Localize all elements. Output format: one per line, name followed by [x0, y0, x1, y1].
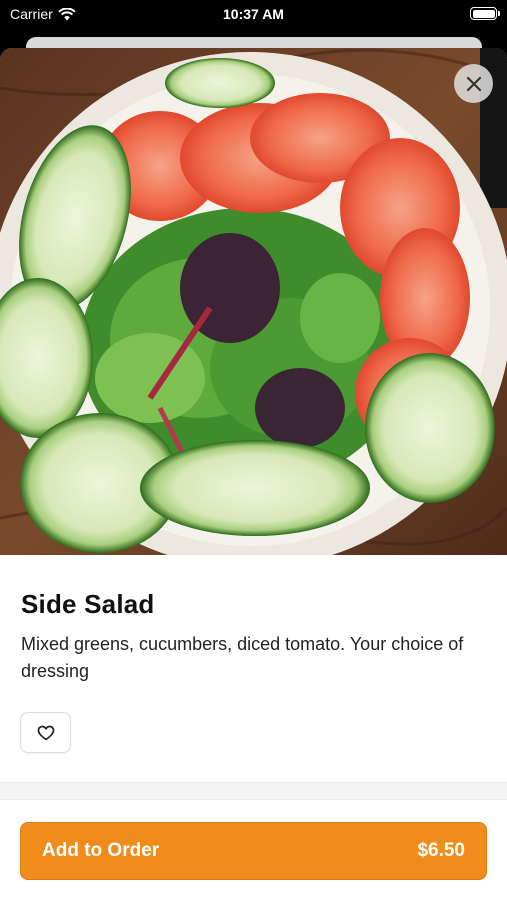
status-bar: Carrier 10:37 AM: [0, 0, 507, 28]
add-to-order-label: Add to Order: [42, 840, 160, 861]
heart-icon: [37, 725, 54, 740]
price-label: $6.50: [417, 840, 465, 861]
favorite-button[interactable]: [20, 712, 71, 753]
screen: Carrier 10:37 AM Side Salad Mixed greens…: [0, 0, 507, 900]
side-salad-photo: [0, 48, 507, 555]
close-button[interactable]: [454, 64, 493, 103]
close-icon: [466, 76, 481, 91]
item-title: Side Salad: [21, 589, 155, 619]
item-description: Mixed greens, cucumbers, diced tomato. Y…: [21, 634, 464, 681]
battery-icon: [470, 7, 500, 20]
item-detail-sheet: Side Salad Mixed greens, cucumbers, dice…: [0, 48, 507, 900]
section-divider: [0, 782, 507, 800]
item-photo: [0, 48, 507, 555]
add-to-order-button[interactable]: Add to Order $6.50: [20, 822, 487, 880]
status-time: 10:37 AM: [223, 6, 284, 22]
